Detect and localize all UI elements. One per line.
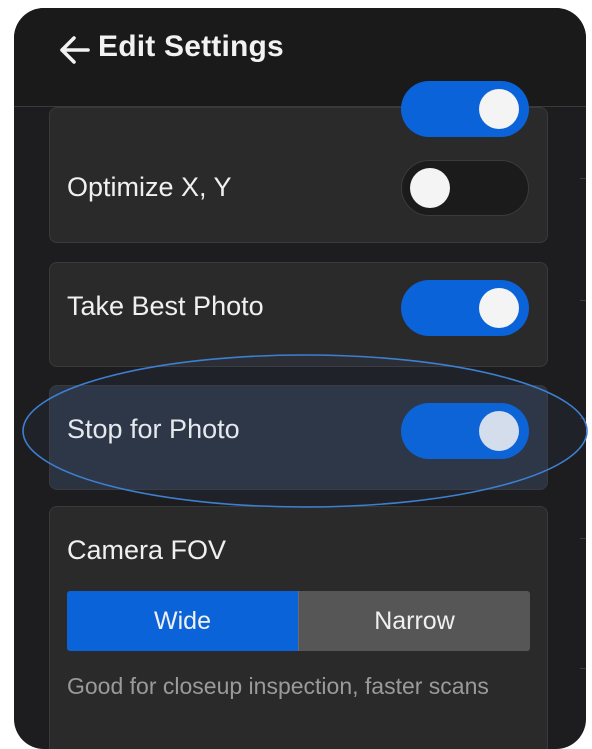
- divider: [580, 300, 586, 301]
- page-title: Edit Settings: [98, 30, 284, 63]
- toggle-knob: [410, 168, 450, 208]
- previous-setting-toggle[interactable]: [401, 81, 529, 137]
- toggle-knob: [479, 89, 519, 129]
- setting-card-take-best-photo: Take Best Photo: [49, 262, 548, 367]
- stop-for-photo-toggle[interactable]: [401, 403, 529, 459]
- fov-option-narrow[interactable]: Narrow: [298, 591, 530, 651]
- setting-card-camera-fov: Camera FOV Wide Narrow Good for closeup …: [49, 506, 548, 749]
- setting-card-stop-for-photo: Stop for Photo: [49, 385, 548, 490]
- setting-label: Stop for Photo: [67, 414, 240, 444]
- divider: [580, 668, 586, 669]
- toggle-knob: [479, 288, 519, 328]
- camera-fov-segmented-control: Wide Narrow: [67, 591, 530, 651]
- setting-label: Optimize X, Y: [67, 172, 232, 202]
- fov-option-wide[interactable]: Wide: [67, 591, 298, 651]
- divider: [580, 178, 586, 179]
- settings-screen: Edit Settings Optimize X, Y Take Best Ph…: [14, 8, 586, 749]
- setting-label: Take Best Photo: [67, 291, 264, 321]
- optimize-xy-toggle[interactable]: [401, 160, 529, 216]
- setting-card-optimize-xy: Optimize X, Y: [49, 81, 548, 243]
- toggle-knob: [479, 411, 519, 451]
- take-best-photo-toggle[interactable]: [401, 280, 529, 336]
- arrow-left-icon[interactable]: [56, 32, 92, 68]
- setting-label: Camera FOV: [67, 535, 227, 565]
- divider: [580, 538, 586, 539]
- divider: [580, 418, 586, 419]
- fov-hint-text: Good for closeup inspection, faster scan…: [67, 673, 489, 699]
